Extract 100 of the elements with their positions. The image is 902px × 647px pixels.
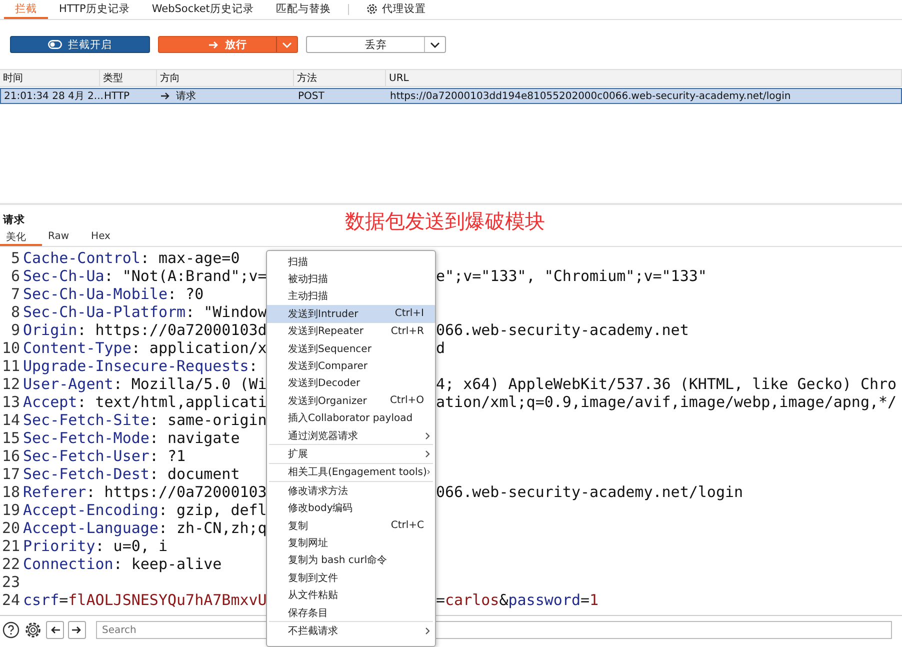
code-text: Accept-Language: zh-CN,zh;q xyxy=(23,519,267,537)
code-text: Sec-Ch-Ua: "Not(A:Brand";v= xyxy=(23,267,267,285)
tab[interactable]: HTTP历史记录 xyxy=(48,0,141,19)
settings-icon[interactable] xyxy=(24,621,42,639)
line-number: 20 xyxy=(0,519,20,537)
code-text: ation/xml;q=0.9,image/avif,image/webp,image/apng,*/ xyxy=(436,393,897,411)
forward-button[interactable] xyxy=(68,621,86,639)
line-number: 5 xyxy=(10,249,20,267)
help-icon[interactable] xyxy=(2,621,20,639)
table-cell: HTTP xyxy=(104,90,130,102)
menu-item[interactable]: 发送到Organizer Ctrl+O xyxy=(267,392,435,410)
menu-item[interactable]: 发送到Intruder Ctrl+I xyxy=(267,305,435,323)
line-number: 17 xyxy=(0,465,20,483)
panel-title: 请求 xyxy=(2,213,25,228)
menu-item[interactable]: 保存条目 xyxy=(267,604,435,622)
line-number: 19 xyxy=(0,501,20,519)
arrow-right-icon xyxy=(209,40,219,48)
arrow-left-icon xyxy=(50,626,60,634)
menu-item[interactable]: 不拦截请求 xyxy=(267,622,435,640)
code-text: Sec-Fetch-User: ?1 xyxy=(23,447,186,465)
arrow-right-icon xyxy=(72,626,82,634)
menu-item[interactable]: 复制为 bash curl命令 xyxy=(267,552,435,570)
menu-item[interactable]: 扫描 xyxy=(267,253,435,270)
tab[interactable]: Hex xyxy=(85,229,126,246)
code-text: e";v="133", "Chromium";v="133" xyxy=(436,267,707,285)
code-text: Sec-Fetch-Mode: navigate xyxy=(23,429,240,447)
column-header[interactable]: 时间 xyxy=(0,70,100,86)
code-text: Sec-Ch-Ua-Mobile: ?0 xyxy=(23,285,204,303)
tab[interactable]: Raw xyxy=(42,229,86,246)
line-number: 21 xyxy=(0,537,20,555)
column-header[interactable]: 方法 xyxy=(294,70,386,86)
menu-item[interactable]: 修改请求方法 xyxy=(267,482,435,500)
line-number: 16 xyxy=(0,447,20,465)
line-number: 6 xyxy=(10,267,20,285)
code-text: Sec-Fetch-Site: same-origin xyxy=(23,411,267,429)
menu-item[interactable]: 扩展 xyxy=(267,445,435,463)
line-number: 15 xyxy=(0,429,20,447)
code-text: csrf=flAOLJSNESYQu7hA7BmxvU xyxy=(23,591,267,609)
menu-item[interactable]: 修改body编码 xyxy=(267,499,435,517)
table-cell-text: 21:01:34 28 4月 2... xyxy=(4,90,104,103)
code-text: Connection: keep-alive xyxy=(23,555,222,573)
tab[interactable]: 美化 xyxy=(0,229,42,246)
tab[interactable]: WebSocket历史记录 xyxy=(140,0,265,19)
line-number: 18 xyxy=(0,483,20,501)
code-text: d xyxy=(436,339,446,357)
menu-item[interactable]: 被动扫描 xyxy=(267,270,435,288)
menu-item[interactable]: 发送到Comparer xyxy=(267,357,435,375)
code-text: Origin: https://0a72000103d xyxy=(23,321,267,339)
line-number: 13 xyxy=(0,393,20,411)
table-cell: POST xyxy=(298,90,324,102)
toggle-button[interactable]: 拦截开启 xyxy=(10,36,150,53)
line-number: 7 xyxy=(10,285,20,303)
gear-icon xyxy=(366,2,378,14)
arrow-right-icon xyxy=(161,92,170,100)
code-text: 4; x64) AppleWebKit/537.36 (KHTML, like Gecko) Chro xyxy=(436,375,897,393)
code-text: Priority: u=0, i xyxy=(23,537,168,555)
settings-tab[interactable]: 代理设置 xyxy=(354,0,437,19)
table-cell: https://0a72000103dd194e81055202000c0066.web-security-academy.net/login xyxy=(390,90,791,102)
menu-item[interactable]: 发送到Sequencer xyxy=(267,340,435,358)
drop-button[interactable]: 丢弃 xyxy=(306,36,446,53)
code-text: Content-Type: application/x xyxy=(23,339,267,357)
code-text: 066.web-security-academy.net/login xyxy=(436,483,744,501)
menu-item[interactable]: 从文件粘贴 xyxy=(267,586,435,604)
toggle-icon xyxy=(48,40,62,49)
code-text: Accept: text/html,applicati xyxy=(23,393,267,411)
code-text: Sec-Ch-Ua-Platform: "Window xyxy=(23,303,267,321)
menu-item[interactable]: 通过浏览器请求 xyxy=(267,426,435,444)
table-row[interactable]: 21:01:34 28 4月 2...HTTP 请求 POST https://0a72000103dd194e81055202000c0066.web-security-academy.net/login xyxy=(0,88,902,104)
code-text: =carlos&password=1 xyxy=(436,591,599,609)
chevron-down-icon xyxy=(430,42,440,48)
code-text: Accept-Encoding: gzip, defl xyxy=(23,501,267,519)
line-number: 23 xyxy=(0,573,20,591)
menu-item[interactable]: 发送到Decoder xyxy=(267,374,435,392)
line-number: 9 xyxy=(10,321,20,339)
code-text: User-Agent: Mozilla/5.0 (Wi xyxy=(23,375,267,393)
line-number: 14 xyxy=(0,411,20,429)
annotation-text: 数据包发送到爆破模块 xyxy=(345,208,545,235)
code-text: 066.web-security-academy.net xyxy=(436,321,689,339)
menu-item[interactable]: 发送到Repeater Ctrl+R xyxy=(267,322,435,340)
code-text: Cache-Control: max-age=0 xyxy=(23,249,240,267)
menu-item[interactable]: 插入Collaborator payload xyxy=(267,410,435,427)
menu-item[interactable]: 复制网址 xyxy=(267,534,435,552)
code-text: Referer: https://0a72000103 xyxy=(23,483,267,501)
line-number: 8 xyxy=(10,303,20,321)
column-header[interactable]: 方向 xyxy=(157,70,294,86)
column-header[interactable]: 类型 xyxy=(100,70,157,86)
line-number: 24 xyxy=(0,591,20,609)
menu-item[interactable]: 复制 Ctrl+C xyxy=(267,516,435,534)
code-text: Sec-Fetch-Dest: document xyxy=(23,465,240,483)
column-header[interactable]: URL xyxy=(386,70,902,86)
menu-item[interactable]: 相关工具(Engagement tools) xyxy=(267,464,435,482)
code-text: Upgrade-Insecure-Requests: xyxy=(23,357,258,375)
line-number: 11 xyxy=(0,357,20,375)
back-button[interactable] xyxy=(46,621,64,639)
tab[interactable]: 匹配与替换 xyxy=(264,0,342,19)
menu-item[interactable]: 主动扫描 xyxy=(267,288,435,306)
chevron-down-icon xyxy=(282,42,292,48)
line-number: 12 xyxy=(0,375,20,393)
menu-item[interactable]: 复制到文件 xyxy=(267,569,435,586)
line-number: 22 xyxy=(0,555,20,573)
